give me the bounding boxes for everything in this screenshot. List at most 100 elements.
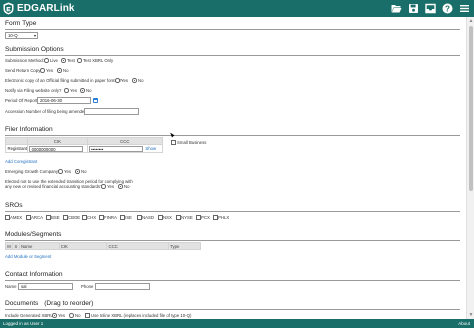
egc-no-radio[interactable]: [75, 169, 80, 174]
sro-cboe-label: CBOE: [68, 215, 81, 220]
sro-nasd-checkbox[interactable]: [137, 215, 142, 220]
form-type-select[interactable]: 10-Q ▾: [5, 32, 38, 39]
modules-table: M S Name CIK CCC Type: [5, 242, 201, 250]
return-copy-yes-radio[interactable]: [40, 68, 45, 73]
electronic-copy-no-label: No: [138, 78, 144, 83]
divider: [5, 55, 460, 56]
use-inline-xbrl-checkbox[interactable]: [85, 313, 90, 318]
sro-bse-label: BSE: [51, 215, 60, 220]
egc-yes-label: Yes: [64, 169, 72, 174]
elected-yes-radio[interactable]: [101, 184, 106, 189]
accession-number-input[interactable]: [84, 108, 139, 115]
notify-yes-label: Yes: [70, 88, 78, 93]
save-icon[interactable]: [408, 3, 419, 14]
sro-arca-checkbox[interactable]: [26, 215, 31, 220]
electronic-copy-no-radio[interactable]: [132, 78, 137, 83]
include-xbrl-yes-radio[interactable]: [52, 313, 57, 318]
sro-finra-checkbox[interactable]: [99, 215, 104, 220]
sro-chx-checkbox[interactable]: [82, 215, 87, 220]
return-copy-no-radio[interactable]: [57, 68, 62, 73]
svg-text:?: ?: [445, 4, 450, 13]
filer-information-heading: Filer Information: [5, 126, 53, 133]
method-test-radio[interactable]: [61, 58, 66, 63]
contact-information-heading: Contact Information: [5, 271, 63, 278]
contact-phone-input[interactable]: [95, 283, 150, 290]
folder-open-icon[interactable]: [391, 3, 402, 14]
sro-ise-checkbox[interactable]: [120, 215, 125, 220]
sro-arca-label: ARCA: [31, 215, 43, 220]
sro-nyse-label: NYSE: [181, 215, 193, 220]
send-return-copy-label: Send Return Copy:: [5, 68, 42, 73]
cik-input[interactable]: 0000000000: [29, 145, 84, 152]
scroll-down-icon[interactable]: ▼: [468, 312, 474, 318]
sro-phlx-checkbox[interactable]: [213, 215, 218, 220]
login-status: Logged in as User 1: [3, 321, 44, 326]
submission-options-heading: Submission Options: [5, 46, 64, 53]
method-test-xbrl-radio[interactable]: [77, 58, 82, 63]
include-xbrl-no-radio[interactable]: [69, 313, 74, 318]
include-xbrl-no-label: No: [75, 313, 81, 318]
notify-no-radio[interactable]: [80, 88, 85, 93]
notify-no-label: No: [86, 88, 92, 93]
sro-phlx-label: PHLX: [218, 215, 230, 220]
period-of-report-input[interactable]: 2016-06-30: [37, 97, 91, 104]
scrollbar-thumb[interactable]: [469, 26, 473, 191]
method-test-xbrl-label: Test XBRL Only: [83, 58, 114, 63]
elected-yes-label: Yes: [107, 184, 115, 189]
sro-pcx-checkbox[interactable]: [196, 215, 201, 220]
sros-heading: SROs: [5, 202, 23, 209]
vertical-scrollbar[interactable]: ▲ ▼: [466, 17, 474, 319]
sro-pcx-label: PCX: [201, 215, 210, 220]
contact-name-input[interactable]: sal: [18, 283, 73, 290]
filer-col-ccc: CCC: [86, 137, 164, 145]
add-module-link[interactable]: Add Module or Segment: [5, 254, 51, 259]
menu-icon[interactable]: [459, 3, 470, 14]
include-xbrl-label: Include Generated XBRL:: [5, 313, 54, 318]
divider: [5, 240, 460, 241]
help-icon[interactable]: ?: [442, 3, 453, 14]
elected-no-radio[interactable]: [118, 184, 123, 189]
sro-nasd-label: NASD: [142, 215, 154, 220]
sro-nsx-checkbox[interactable]: [158, 215, 163, 220]
egc-yes-radio[interactable]: [58, 169, 63, 174]
sro-cboe-checkbox[interactable]: [63, 215, 68, 220]
include-xbrl-yes-label: Yes: [58, 313, 66, 318]
egc-no-label: No: [81, 169, 87, 174]
sro-nsx-label: NSX: [163, 215, 172, 220]
sro-nyse-checkbox[interactable]: [176, 215, 181, 220]
elected-label-line2: any new or revised financial accounting …: [5, 184, 103, 189]
modules-col-m: M: [5, 242, 13, 250]
method-live-label: Live: [50, 58, 58, 63]
small-business-checkbox[interactable]: [171, 140, 176, 145]
sro-amex-checkbox[interactable]: [5, 215, 10, 220]
table-row: Registrant 0000000000 •••••••• Show: [4, 144, 164, 153]
documents-heading: Documents (Drag to reorder): [5, 300, 93, 307]
scroll-up-icon[interactable]: ▲: [468, 18, 474, 24]
modules-col-s: S: [11, 242, 20, 250]
notify-label: Notify via Filing website only?: [5, 88, 62, 93]
modules-segments-heading: Modules/Segments: [5, 231, 62, 238]
add-coregistrant-link[interactable]: Add Coregistrant: [5, 159, 37, 164]
about-link[interactable]: About: [458, 319, 470, 328]
show-ccc-link[interactable]: Show: [145, 146, 156, 151]
documents-title: Documents: [5, 300, 39, 307]
inbox-icon[interactable]: [425, 3, 436, 14]
notify-yes-radio[interactable]: [64, 88, 69, 93]
method-live-radio[interactable]: [44, 58, 49, 63]
modules-col-ccc: CCC: [106, 242, 170, 250]
chevron-down-icon: ▾: [33, 33, 36, 38]
divider: [5, 309, 460, 310]
electronic-copy-yes-radio[interactable]: [115, 78, 120, 83]
modules-col-cik: CIK: [58, 242, 108, 250]
method-test-label: Test: [67, 58, 75, 63]
contact-phone-label: Phone: [81, 284, 94, 289]
divider: [5, 29, 460, 30]
form-type-value: 10-Q: [8, 33, 18, 38]
edgar-logo-icon: [3, 2, 14, 15]
filer-col-blank: [4, 137, 29, 145]
ccc-input[interactable]: ••••••••: [88, 145, 143, 152]
calendar-icon[interactable]: [93, 98, 98, 103]
modules-col-type: Type: [168, 242, 201, 250]
documents-drag-note: (Drag to reorder): [44, 300, 94, 307]
sro-bse-checkbox[interactable]: [46, 215, 51, 220]
